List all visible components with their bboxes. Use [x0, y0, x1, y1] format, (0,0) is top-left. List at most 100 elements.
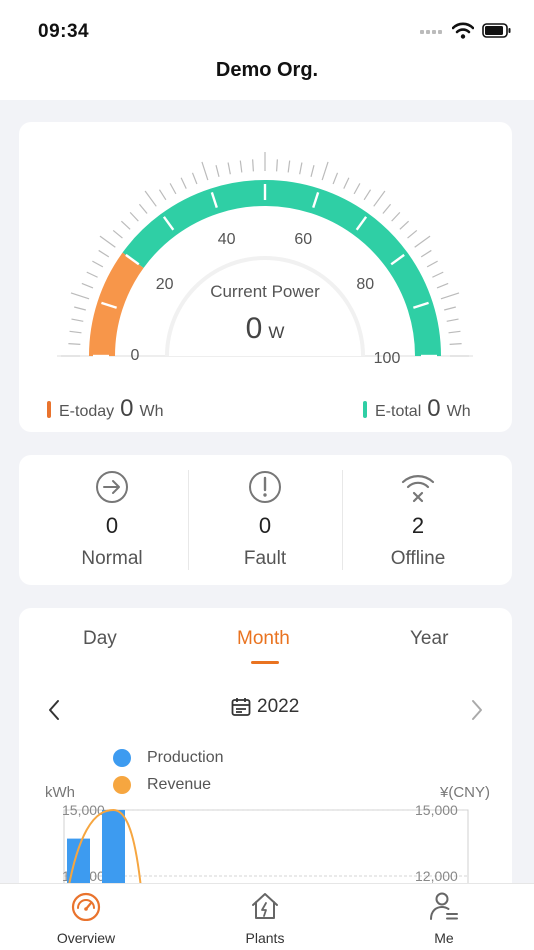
fault-label: Fault [243, 548, 287, 569]
gauge-tick [98, 249, 110, 258]
gauge-tick [227, 162, 231, 175]
gauge-tick [382, 203, 392, 214]
e-total-marker [363, 400, 367, 418]
gauge-tick [69, 330, 82, 334]
gauge-tick [169, 183, 177, 195]
offline-label: Offline [390, 548, 446, 569]
date-selector: 2022 [19, 696, 512, 726]
gauge-tick [158, 189, 167, 201]
production-dot [113, 749, 131, 767]
active-tab-indicator [251, 661, 279, 664]
arrow-circle-icon [96, 471, 128, 503]
gauge-scale-label: 100 [374, 350, 401, 367]
page-title: Demo Org. [215, 59, 319, 81]
gauge-tick [363, 189, 372, 201]
gauge-tick [70, 292, 90, 300]
current-power-label: Current Power [210, 282, 320, 301]
gauge-tick [215, 165, 220, 177]
tab-month[interactable]: Month [237, 628, 290, 650]
current-power-value: 0 [245, 312, 263, 345]
gauge-tick [112, 229, 123, 239]
gauge-tick [407, 229, 418, 239]
gauge-tick [81, 282, 94, 289]
gauge-tick [138, 203, 148, 214]
gauge-tick [310, 165, 315, 177]
gauge-tick [74, 306, 86, 311]
gauge-tick [120, 220, 131, 230]
gauge-tick [353, 183, 361, 195]
normal-label: Normal [81, 548, 143, 569]
user-list-icon [430, 892, 458, 920]
gauge-tick [436, 282, 449, 289]
home-bolt-icon [252, 893, 278, 919]
gauge-tick [321, 161, 329, 181]
gauge-scale-label: 60 [294, 231, 312, 248]
wifi-off-icon [401, 475, 435, 503]
gauge-tick [129, 211, 139, 222]
exclamation-circle-icon [249, 471, 281, 503]
gauge-tick [446, 318, 459, 322]
gauge-tick [432, 271, 444, 278]
cellular-signal-icon [420, 29, 442, 34]
tabbar-plants[interactable]: Plants [205, 884, 325, 950]
gauge-tick [86, 271, 98, 278]
gauge-tick [399, 220, 410, 230]
gauge-tick [332, 172, 339, 185]
e-total-label: E-total [375, 403, 422, 420]
current-power-unit: W [268, 323, 285, 342]
gauge-tick [201, 161, 209, 181]
bottom-tab-bar: Overview Plants Me [0, 883, 534, 950]
status-offline[interactable]: 2 Offline [338, 455, 498, 585]
gauge-readout: Current Power 0W [169, 282, 361, 346]
gauge-tick [71, 318, 84, 322]
legend-production[interactable]: Production [113, 749, 224, 767]
power-gauge-card: 0 20 40 60 80 100 Current Power 0W E-today 0 … [19, 122, 512, 432]
date-value: 2022 [257, 696, 300, 717]
production-chart-card: Day Month Year 2022 Production Revenue k… [19, 608, 512, 898]
legend-production-label: Production [147, 749, 224, 766]
gauge-tick [68, 343, 81, 345]
e-total-value: 0 [427, 395, 441, 422]
e-today-value: 0 [120, 395, 134, 422]
gauge-tick [239, 160, 243, 173]
gauge-tick [180, 177, 187, 189]
gauge-tick [144, 190, 157, 207]
gauge-tick [299, 162, 303, 175]
tabbar-me[interactable]: Me [384, 884, 504, 950]
tabbar-overview-label: Overview [56, 930, 116, 946]
status-icons [420, 22, 512, 39]
offline-count: 2 [411, 513, 425, 538]
calendar-icon [231, 698, 251, 716]
e-today-marker [47, 400, 51, 418]
gauge-tick [252, 159, 254, 172]
right-tick-label: 12,000 [415, 868, 458, 884]
gauge-tick [449, 343, 462, 345]
e-today: E-today 0 Wh [47, 395, 164, 423]
gauge-tick [343, 177, 350, 189]
gauge-tick [440, 292, 460, 300]
nav-bar: Demo Org. [0, 50, 534, 100]
e-today-label: E-today [59, 403, 115, 420]
chevron-right-icon[interactable] [469, 698, 485, 722]
status-fault[interactable]: 0 Fault [185, 455, 345, 585]
tabbar-me-label: Me [434, 930, 454, 946]
gauge-tick [426, 260, 438, 268]
normal-count: 0 [105, 513, 119, 538]
gauge-tick [444, 306, 456, 311]
tabbar-overview[interactable]: Overview [26, 884, 146, 950]
battery-icon [482, 23, 511, 38]
wifi-icon [452, 22, 474, 39]
tab-day[interactable]: Day [83, 628, 117, 650]
gauge-tick [287, 160, 291, 173]
tab-year[interactable]: Year [410, 628, 448, 650]
gauge-tick [92, 260, 104, 268]
gauge-scale-label: 40 [218, 231, 236, 248]
speedometer-icon [71, 892, 101, 921]
chevron-left-icon[interactable] [46, 698, 62, 722]
e-today-unit: Wh [139, 403, 164, 420]
tabbar-plants-label: Plants [245, 930, 285, 946]
gauge-tick [420, 249, 432, 258]
status-normal[interactable]: 0 Normal [32, 455, 192, 585]
date-picker[interactable]: 2022 [231, 696, 299, 718]
right-tick-label: 15,000 [415, 802, 458, 818]
